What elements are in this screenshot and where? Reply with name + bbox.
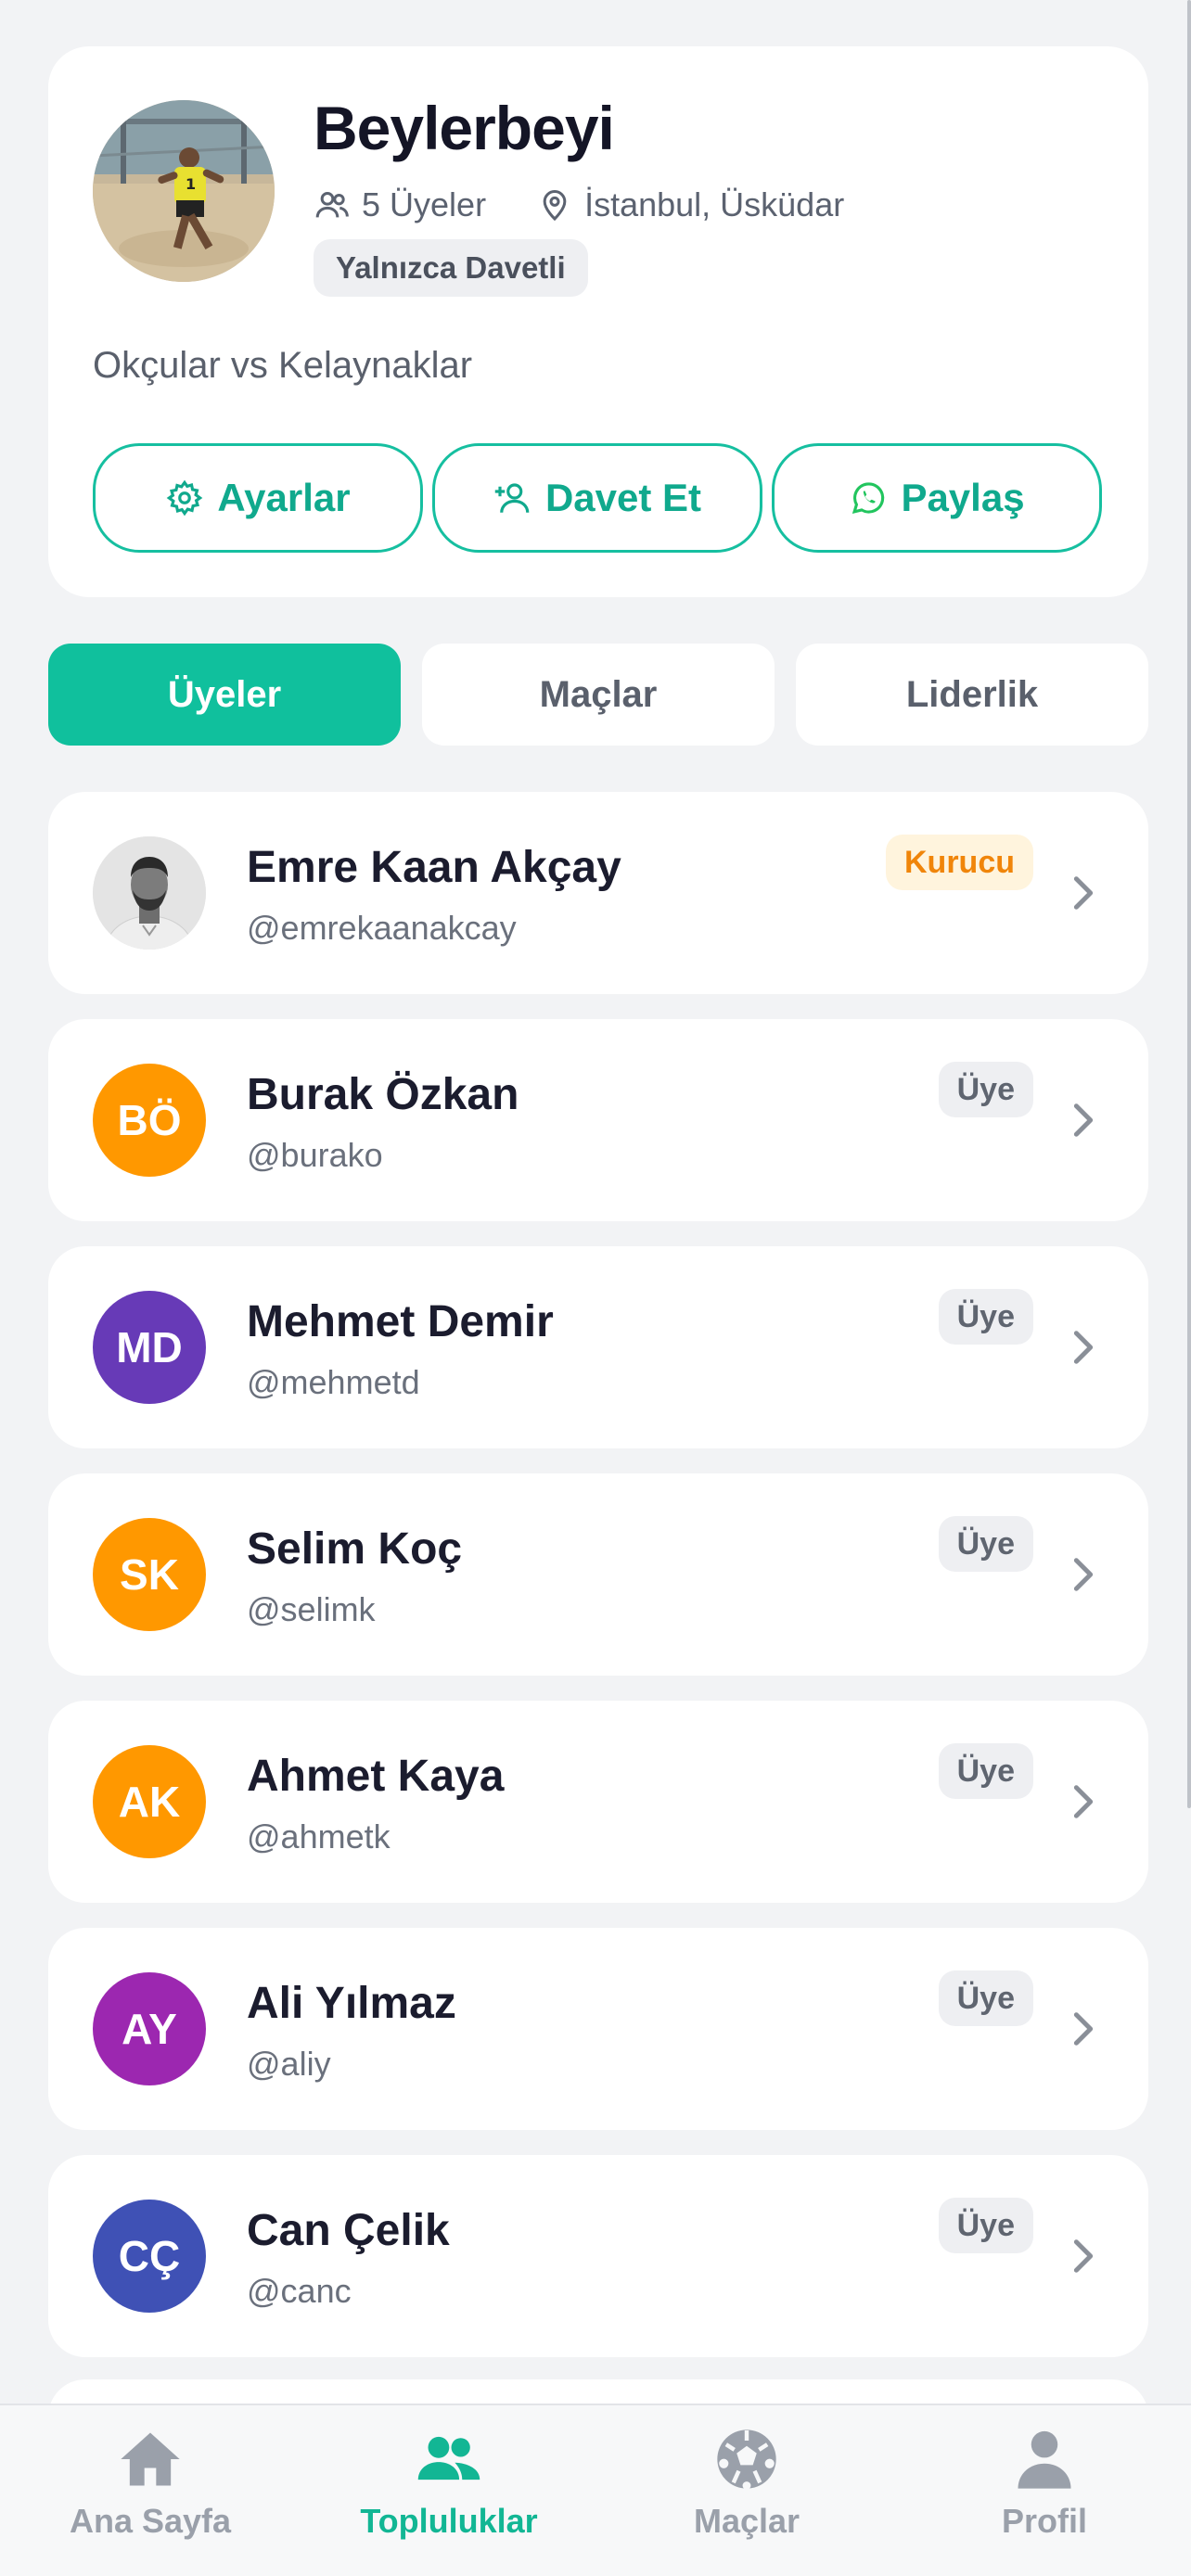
tab-leaderboard[interactable]: Liderlik xyxy=(796,644,1148,746)
settings-button[interactable]: Ayarlar xyxy=(93,443,423,553)
person-icon xyxy=(1018,2430,1071,2489)
community-description: Okçular vs Kelaynaklar xyxy=(93,345,473,386)
scrollbar[interactable] xyxy=(1187,0,1191,1808)
add-user-icon xyxy=(494,483,530,513)
avatar: AY xyxy=(93,1972,206,2085)
role-badge: Üye xyxy=(938,1062,1033,1117)
location-text: İstanbul, Üsküdar xyxy=(584,185,845,223)
gear-icon xyxy=(167,479,203,516)
member-name: Ali Yılmaz xyxy=(247,1979,456,2028)
members-count-text: 5 Üyeler xyxy=(362,185,487,223)
users-icon xyxy=(417,2436,480,2480)
share-label: Paylaş xyxy=(901,476,1025,519)
share-button[interactable]: Paylaş xyxy=(772,443,1102,553)
invite-label: Davet Et xyxy=(544,476,702,519)
community-name: Beylerbeyi xyxy=(314,94,615,162)
tab-matches[interactable]: Maçlar xyxy=(422,644,775,746)
nav-communities[interactable]: Topluluklar xyxy=(347,2424,551,2563)
member-card[interactable]: AY Ali Yılmaz @aliy Üye xyxy=(48,1928,1148,2130)
nav-home[interactable]: Ana Sayfa xyxy=(48,2424,252,2563)
member-handle: @aliy xyxy=(247,2045,331,2083)
member-name: Can Çelik xyxy=(247,2206,450,2255)
nav-matches[interactable]: Maçlar xyxy=(645,2424,849,2563)
member-handle: @mehmetd xyxy=(247,1363,420,1401)
chevron-right-icon xyxy=(1073,876,1094,910)
access-badge: Yalnızca Davetli xyxy=(314,239,588,297)
community-header-card: 1 Beylerbeyi 5 Üyeler İstanbul, Üsküdar … xyxy=(48,46,1148,597)
member-handle: @selimk xyxy=(247,1590,376,1628)
nav-profile-label: Profil xyxy=(1001,2502,1087,2540)
member-handle: @emrekaanakcay xyxy=(247,909,517,947)
avatar: BÖ xyxy=(93,1064,206,1177)
users-icon xyxy=(315,192,349,218)
avatar: AK xyxy=(93,1745,206,1858)
member-handle: @canc xyxy=(247,2272,352,2310)
member-card[interactable]: Emre Kaan Akçay @emrekaanakcay Kurucu xyxy=(48,792,1148,994)
avatar: SK xyxy=(93,1518,206,1631)
bottom-nav: Ana Sayfa Topluluklar Maçlar Profil xyxy=(0,2404,1191,2576)
soccer-ball-icon xyxy=(717,2429,776,2490)
nav-profile[interactable]: Profil xyxy=(942,2424,1146,2563)
invite-button[interactable]: Davet Et xyxy=(432,443,762,553)
role-badge: Üye xyxy=(938,1743,1033,1799)
home-icon xyxy=(121,2432,180,2486)
avatar: MD xyxy=(93,1291,206,1404)
role-badge: Üye xyxy=(938,1289,1033,1345)
members-count: 5 Üyeler xyxy=(314,185,486,224)
member-handle: @burako xyxy=(247,1136,383,1174)
member-card[interactable]: CÇ Can Çelik @canc Üye xyxy=(48,2155,1148,2357)
member-handle: @ahmetk xyxy=(247,1817,391,1855)
chevron-right-icon xyxy=(1073,1103,1094,1137)
avatar xyxy=(93,836,206,950)
location-pin-icon xyxy=(543,190,567,222)
avatar: CÇ xyxy=(93,2200,206,2313)
role-badge: Üye xyxy=(938,1516,1033,1572)
member-name: Ahmet Kaya xyxy=(247,1752,505,1801)
member-name: Selim Koç xyxy=(247,1524,463,1574)
role-badge: Üye xyxy=(938,2198,1033,2253)
svg-text:1: 1 xyxy=(186,175,196,193)
chevron-right-icon xyxy=(1073,1331,1094,1364)
nav-home-label: Ana Sayfa xyxy=(69,2502,232,2540)
whatsapp-icon xyxy=(852,482,885,515)
community-meta: 5 Üyeler İstanbul, Üsküdar xyxy=(314,184,894,226)
member-name: Emre Kaan Akçay xyxy=(247,843,621,892)
member-card[interactable]: MD Mehmet Demir @mehmetd Üye xyxy=(48,1246,1148,1448)
role-badge: Kurucu xyxy=(886,835,1033,890)
member-card[interactable]: BÖ Burak Özkan @burako Üye xyxy=(48,1019,1148,1221)
member-card[interactable]: SK Selim Koç @selimk Üye xyxy=(48,1473,1148,1676)
settings-label: Ayarlar xyxy=(217,476,351,519)
chevron-right-icon xyxy=(1073,1785,1094,1818)
chevron-right-icon xyxy=(1073,1558,1094,1591)
member-name: Burak Özkan xyxy=(247,1070,519,1119)
chevron-right-icon xyxy=(1073,2012,1094,2046)
nav-communities-label: Topluluklar xyxy=(360,2502,538,2540)
tab-members[interactable]: Üyeler xyxy=(48,644,401,746)
member-card[interactable]: AK Ahmet Kaya @ahmetk Üye xyxy=(48,1701,1148,1903)
location: İstanbul, Üsküdar xyxy=(536,185,844,224)
chevron-right-icon xyxy=(1073,2239,1094,2273)
nav-matches-label: Maçlar xyxy=(693,2502,800,2540)
community-photo: 1 xyxy=(93,100,275,282)
role-badge: Üye xyxy=(938,1970,1033,2026)
member-name: Mehmet Demir xyxy=(247,1297,554,1346)
